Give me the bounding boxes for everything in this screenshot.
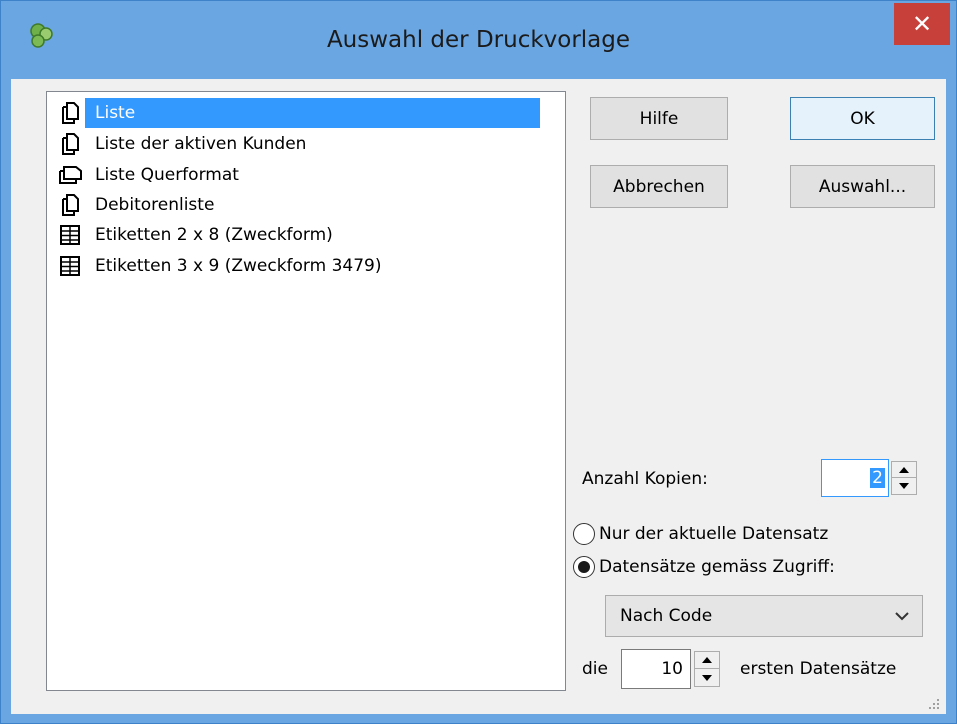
record-count-stepper[interactable]	[694, 651, 720, 687]
cancel-button[interactable]: Abbrechen	[590, 165, 728, 208]
ok-button[interactable]: OK	[790, 97, 935, 140]
radio-records-by-access[interactable]: Datensätze gemäss Zugriff:	[573, 556, 835, 578]
arrow-down-icon	[899, 483, 909, 489]
list-item-label: Debitorenliste	[95, 195, 215, 215]
copies-input[interactable]: 2	[821, 459, 889, 497]
close-icon: ✕	[911, 10, 933, 38]
portrait-page-icon	[55, 192, 85, 218]
list-item-label: Etiketten 2 x 8 (Zweckform)	[95, 225, 333, 245]
radio-current-record-label: Nur der aktuelle Datensatz	[599, 524, 829, 544]
record-count-input[interactable]: 10	[621, 649, 691, 689]
radio-circle	[573, 523, 595, 545]
list-item-label: Liste Querformat	[95, 165, 239, 185]
list-item[interactable]: Debitorenliste	[55, 190, 226, 220]
radio-circle	[573, 556, 595, 578]
portrait-page-icon	[55, 100, 85, 126]
limit-prefix: die	[582, 659, 608, 679]
copies-label: Anzahl Kopien:	[582, 469, 708, 489]
radio-records-by-access-label: Datensätze gemäss Zugriff:	[599, 557, 835, 577]
sort-order-select[interactable]: Nach Code	[605, 595, 923, 637]
copies-stepper[interactable]	[891, 461, 917, 495]
list-item-label: Liste der aktiven Kunden	[95, 134, 307, 154]
arrow-up-icon	[899, 466, 909, 473]
list-item[interactable]: Liste Querformat	[55, 160, 251, 190]
landscape-page-icon	[55, 162, 85, 188]
print-template-dialog: Auswahl der Druckvorlage ✕ Liste Liste d…	[0, 0, 957, 724]
record-count-down-button[interactable]	[695, 669, 719, 686]
title-bar[interactable]: Auswahl der Druckvorlage ✕	[1, 1, 956, 79]
sort-order-value: Nach Code	[620, 606, 713, 626]
close-button[interactable]: ✕	[894, 3, 950, 45]
list-item-label: Liste	[85, 98, 540, 128]
chevron-down-icon	[882, 611, 922, 621]
list-item[interactable]: Liste der aktiven Kunden	[55, 129, 318, 159]
limit-suffix: ersten Datensätze	[740, 659, 897, 679]
copies-up-button[interactable]	[892, 462, 916, 478]
label-grid-icon	[55, 253, 85, 279]
list-item[interactable]: Etiketten 3 x 9 (Zweckform 3479)	[55, 251, 393, 281]
help-button[interactable]: Hilfe	[590, 97, 728, 140]
window-title: Auswahl der Druckvorlage	[326, 27, 631, 53]
portrait-page-icon	[55, 131, 85, 157]
record-count-up-button[interactable]	[695, 652, 719, 669]
list-item-label: Etiketten 3 x 9 (Zweckform 3479)	[95, 256, 382, 276]
dialog-body: Liste Liste der aktiven Kunden Liste Que…	[11, 79, 946, 714]
list-item[interactable]: Liste	[55, 98, 540, 128]
resize-grip-icon[interactable]	[926, 696, 940, 710]
select-button[interactable]: Auswahl...	[790, 165, 935, 208]
arrow-up-icon	[702, 657, 712, 663]
radio-current-record[interactable]: Nur der aktuelle Datensatz	[573, 523, 828, 545]
label-grid-icon	[55, 222, 85, 248]
template-list[interactable]: Liste Liste der aktiven Kunden Liste Que…	[46, 91, 566, 691]
arrow-down-icon	[702, 674, 712, 681]
copies-down-button[interactable]	[892, 478, 916, 494]
radio-selected-dot	[578, 561, 590, 573]
list-item[interactable]: Etiketten 2 x 8 (Zweckform)	[55, 220, 345, 250]
copies-value: 2	[870, 468, 885, 488]
